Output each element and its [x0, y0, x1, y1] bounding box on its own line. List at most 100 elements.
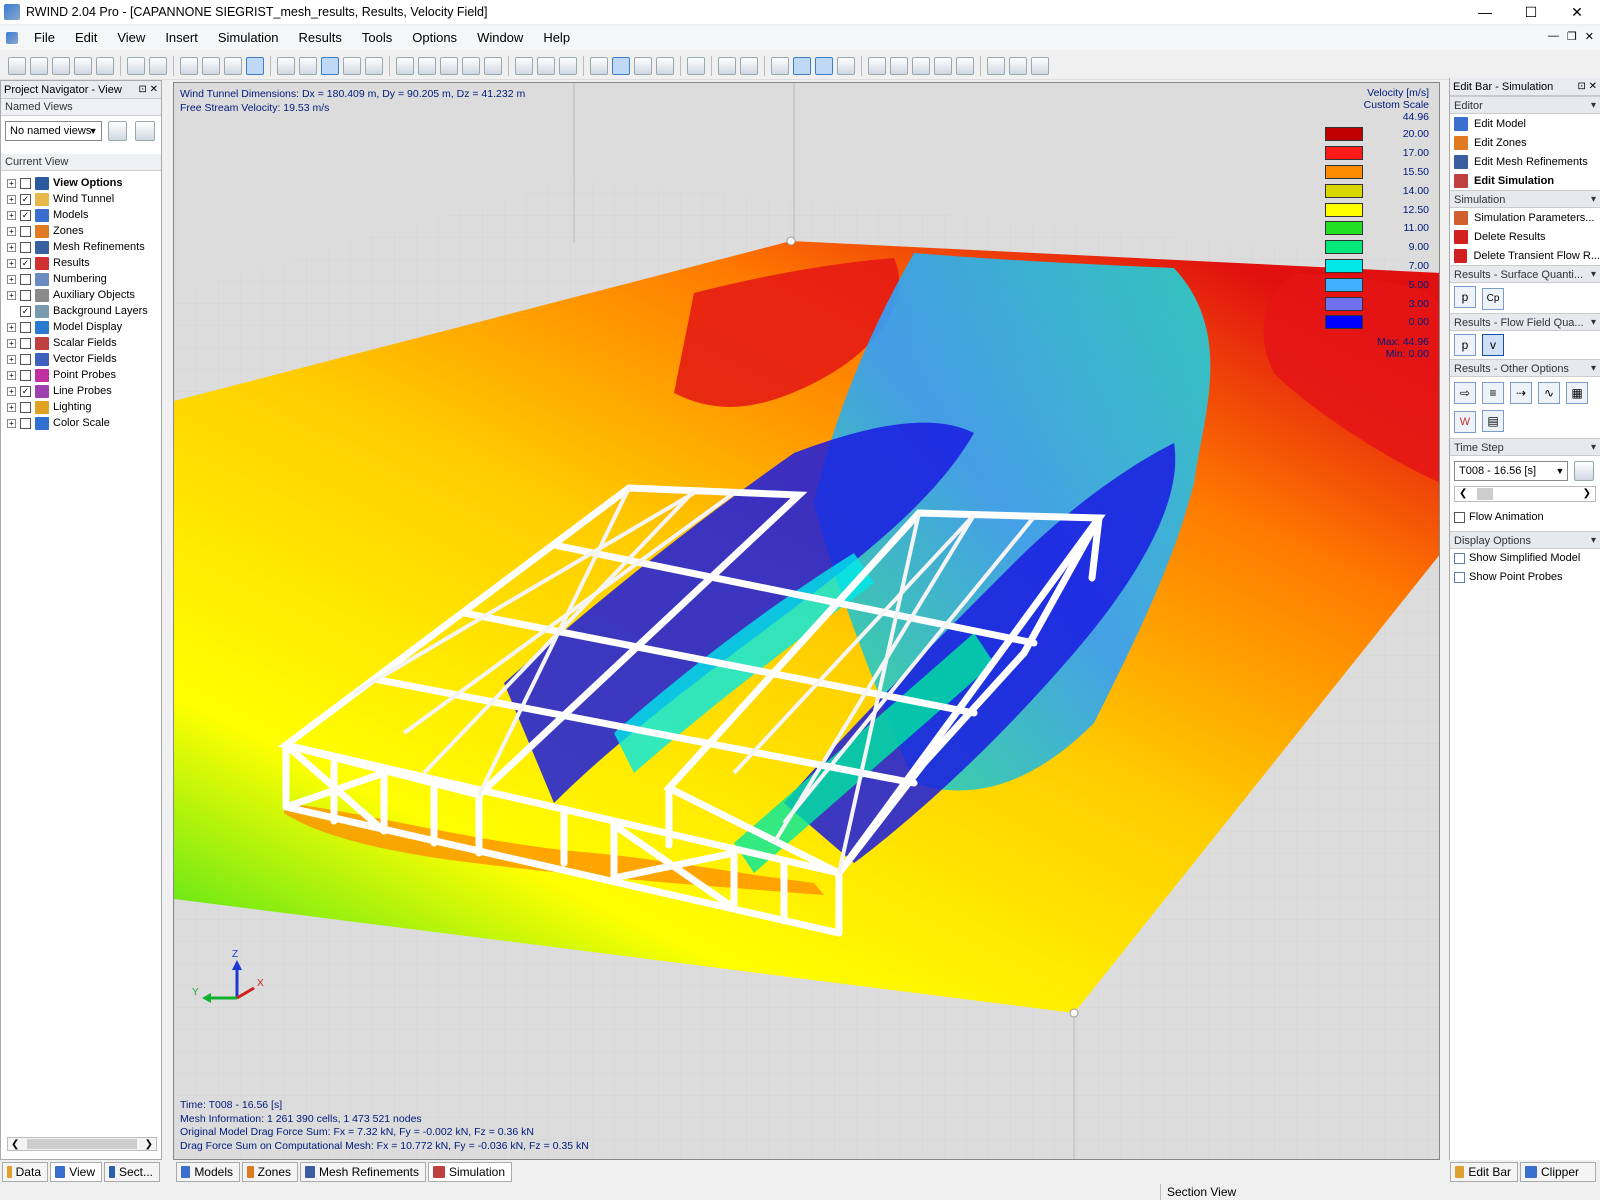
display-option-checkbox[interactable] [1454, 552, 1465, 564]
cube-view-icon[interactable] [590, 56, 608, 75]
tree-checkbox[interactable] [20, 225, 31, 237]
menu-simulation[interactable]: Simulation [208, 26, 289, 50]
menu-options[interactable]: Options [402, 26, 467, 50]
clip-box-icon[interactable] [868, 56, 886, 75]
time-step-thumb[interactable] [1477, 487, 1494, 500]
tree-checkbox[interactable] [20, 177, 31, 189]
expand-icon[interactable]: + [7, 418, 16, 428]
tree-checkbox[interactable]: ✓ [20, 257, 31, 269]
menu-tools[interactable]: Tools [352, 26, 402, 50]
navigator-scrollbar[interactable]: ❮ ❯ [7, 1137, 157, 1151]
settings-icon[interactable] [1031, 56, 1049, 75]
tab-simulation[interactable]: Simulation [428, 1162, 512, 1182]
line-style-icon[interactable] [687, 56, 705, 75]
render-mode-icon[interactable] [656, 56, 674, 75]
word-export-icon[interactable]: W [1454, 410, 1476, 433]
scroll-left-icon[interactable]: ❮ [11, 1139, 19, 1150]
named-views-dropdown[interactable]: No named views ▼ [5, 121, 102, 141]
flow-pressure-button[interactable]: p [1454, 333, 1476, 356]
flow-field-section[interactable]: Results - Flow Field Qua... [1450, 312, 1600, 332]
tree-item-model-display[interactable]: + Model Display [7, 319, 161, 335]
stop-simulation-icon[interactable] [299, 56, 317, 75]
menu-insert[interactable]: Insert [155, 26, 208, 50]
step-back-icon[interactable]: ❮ [1459, 488, 1467, 499]
surface-quantities-section[interactable]: Results - Surface Quanti... [1450, 265, 1600, 284]
expand-icon[interactable]: + [7, 290, 16, 300]
run-simulation-icon[interactable] [277, 56, 295, 75]
mdi-close-icon[interactable]: ✕ [1585, 30, 1594, 43]
rotate-x-icon[interactable] [515, 56, 533, 75]
cube-wire-icon[interactable] [612, 56, 630, 75]
new-file-icon[interactable] [8, 56, 26, 75]
tree-checkbox[interactable]: ✓ [20, 193, 31, 205]
time-step-settings-icon[interactable] [1574, 460, 1594, 481]
tree-item-color-scale[interactable]: + Color Scale [7, 415, 161, 431]
surface-cp-button[interactable]: Cp [1482, 287, 1504, 310]
document-icon[interactable] [6, 32, 18, 44]
results-values-icon[interactable] [815, 56, 833, 75]
print-icon[interactable] [96, 56, 114, 75]
tree-item-mesh-refinements[interactable]: + Mesh Refinements [7, 239, 161, 255]
simulation-section[interactable]: Simulation [1450, 190, 1600, 209]
expand-icon[interactable]: + [7, 258, 16, 268]
streamlines-icon[interactable]: ⇨ [1454, 381, 1476, 404]
report-icon[interactable]: ▤ [1482, 409, 1504, 432]
scroll-right-icon[interactable]: ❯ [145, 1139, 153, 1150]
display-option-show-simplified-model[interactable]: Show Simplified Model [1450, 549, 1600, 568]
menu-window[interactable]: Window [467, 26, 533, 50]
tree-checkbox[interactable] [20, 273, 31, 285]
expand-icon[interactable]: + [7, 338, 16, 348]
results-table-icon[interactable] [837, 56, 855, 75]
section-icon[interactable] [956, 56, 974, 75]
probe-result-icon[interactable]: ⇢ [1510, 381, 1532, 404]
expand-icon[interactable]: + [7, 386, 16, 396]
tree-item-view-options[interactable]: + View Options [7, 175, 161, 191]
minimize-icon[interactable]: — [1462, 0, 1508, 24]
simulation-item-delete-results[interactable]: Delete Results [1450, 227, 1600, 246]
load-view-icon[interactable] [135, 121, 155, 141]
expand-icon[interactable]: + [7, 322, 16, 332]
time-step-slider[interactable]: ❮ ❯ [1454, 485, 1596, 502]
open-file-icon[interactable] [30, 56, 48, 75]
editor-item-edit-zones[interactable]: Edit Zones [1450, 133, 1600, 152]
layers-result-icon[interactable]: ≡ [1482, 381, 1504, 404]
expand-icon[interactable] [7, 307, 16, 316]
menu-edit[interactable]: Edit [65, 26, 107, 50]
save-view-icon[interactable] [107, 121, 128, 141]
layers-icon[interactable] [740, 56, 758, 75]
tree-checkbox[interactable] [20, 337, 31, 349]
section-view-status[interactable]: Section View [1160, 1184, 1236, 1200]
grid-icon[interactable] [224, 56, 242, 75]
snap-icon[interactable] [246, 56, 264, 75]
expand-icon[interactable]: + [7, 274, 16, 284]
view-iso-icon[interactable] [396, 56, 414, 75]
tree-checkbox[interactable]: ✓ [20, 385, 31, 397]
expand-icon[interactable]: + [7, 178, 16, 188]
streamline-icon[interactable] [718, 56, 736, 75]
simulation-item-simulation-parameters[interactable]: Simulation Parameters... [1450, 208, 1600, 227]
maximize-icon[interactable]: ☐ [1508, 0, 1554, 24]
expand-icon[interactable]: + [7, 210, 16, 220]
tree-item-zones[interactable]: + Zones [7, 223, 161, 239]
expand-icon[interactable]: + [7, 370, 16, 380]
expand-icon[interactable]: + [7, 226, 16, 236]
tab-sections[interactable]: Sect... [104, 1162, 160, 1182]
close-icon[interactable]: ✕ [1554, 0, 1600, 24]
mdi-minimize-icon[interactable]: — [1548, 30, 1559, 43]
save-as-icon[interactable] [74, 56, 92, 75]
rotate-z-icon[interactable] [559, 56, 577, 75]
results-flow-icon[interactable] [793, 56, 811, 75]
editor-section[interactable]: Editor [1450, 96, 1600, 115]
mesh-view-icon[interactable] [202, 56, 220, 75]
stop-icon[interactable] [912, 56, 930, 75]
tree-item-background-layers[interactable]: ✓ Background Layers [7, 303, 161, 319]
surface-pressure-button[interactable]: p [1454, 286, 1476, 308]
save-icon[interactable] [52, 56, 70, 75]
tree-item-auxiliary-objects[interactable]: + Auxiliary Objects [7, 287, 161, 303]
zoom-icon[interactable] [462, 56, 480, 75]
tab-mesh-refinements[interactable]: Mesh Refinements [300, 1162, 426, 1182]
chart-result-icon[interactable]: ∿ [1538, 381, 1560, 404]
grid-result-icon[interactable]: ▦ [1566, 381, 1588, 404]
tree-checkbox[interactable] [20, 417, 31, 429]
expand-icon[interactable]: + [7, 242, 16, 252]
